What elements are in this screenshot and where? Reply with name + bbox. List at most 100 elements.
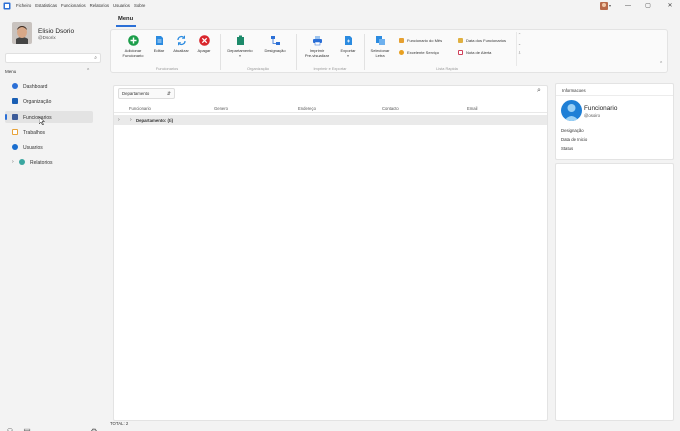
quick-employee-dates[interactable]: Data dos Funcionarios (458, 38, 506, 43)
profile-icon[interactable]: ⚇ (5, 427, 15, 431)
collapse-menu-icon[interactable]: ⌃ (86, 68, 90, 74)
menu-bar: Ficheiro Estatisticas Funcionarios Relat… (16, 3, 145, 8)
chevron-right-icon[interactable]: › (130, 117, 132, 123)
info-panel: Informacoes Funcionario @osoiro Designaç… (555, 83, 674, 160)
menu-estatisticas[interactable]: Estatisticas (35, 3, 57, 8)
scroll-down-icon[interactable]: ⌄ (517, 41, 522, 46)
search-icon: ⌕ (94, 55, 97, 61)
quick-employee-of-month[interactable]: Funcionario do Mês (399, 38, 442, 43)
app-icon (3, 2, 11, 10)
menu-header: Menu (5, 69, 17, 74)
quick-alert-note[interactable]: Nota de Alerta (458, 50, 491, 55)
column-header-endereco[interactable]: Endereço (298, 106, 316, 111)
group-label-imprimir-exportar: Imprimir e Exportar (313, 66, 347, 71)
chevron-right-icon[interactable]: › (118, 117, 120, 123)
refresh-button[interactable]: Atualizar (171, 35, 191, 54)
calendar-icon[interactable]: ▤ (22, 427, 32, 431)
title-bar: Ficheiro Estatisticas Funcionarios Relat… (0, 0, 680, 12)
gallery-scroll[interactable]: ⌃ ⌄ ⇩ (516, 32, 522, 66)
collapse-ribbon-icon[interactable]: ⌃ (659, 61, 663, 67)
printer-icon (312, 36, 322, 46)
menu-relatorios[interactable]: Relatorios (90, 3, 109, 8)
edit-button[interactable]: Editar (150, 35, 168, 54)
designation-button[interactable]: Designação (261, 35, 289, 54)
sidebar-item-label: Dashboard (23, 83, 48, 90)
tab-menu[interactable]: Menu (118, 16, 133, 22)
group-by-chip[interactable]: Departamento ⇵ (118, 88, 175, 99)
close-button[interactable]: ✕ (665, 3, 675, 9)
maximize-button[interactable]: ▢ (643, 3, 653, 9)
minimize-button[interactable]: — (623, 3, 633, 9)
menu-sobre[interactable]: Sobre (134, 3, 145, 8)
info-detail-panel (555, 163, 674, 421)
tab-indicator (116, 25, 136, 27)
export-button[interactable]: Exportar ▾ (337, 35, 359, 58)
employee-avatar (561, 100, 582, 121)
sort-icon[interactable]: ⇵ (167, 91, 171, 97)
search-icon[interactable]: ⌕ (537, 87, 541, 95)
sidebar-item-trabalhos[interactable]: Trabalhos (5, 126, 93, 138)
sidebar-item-funcionarios[interactable]: Funcionarios (5, 111, 93, 125)
chevron-down-icon: ▾ (239, 53, 241, 58)
chevron-right-icon[interactable]: › (12, 159, 14, 165)
column-header-funcionario[interactable]: Funcionario (129, 106, 151, 111)
scroll-up-icon[interactable]: ⌃ (517, 32, 522, 37)
column-header-email[interactable]: Email (467, 106, 477, 111)
employee-grid: Departamento ⇵ ⌕ Funcionario Genero Ende… (113, 85, 548, 421)
field-designacao: Designação (561, 128, 584, 133)
column-header-genero[interactable]: Genero (214, 106, 228, 111)
menu-ficheiro[interactable]: Ficheiro (16, 3, 31, 8)
star-icon (399, 50, 404, 55)
sidebar-item-dashboard[interactable]: Dashboard (5, 80, 93, 92)
user-name: Elisio Dsorio (38, 28, 75, 35)
quick-excellent-service[interactable]: Excelente Serviço (399, 50, 439, 55)
dashboard-icon (12, 83, 18, 89)
building-icon (236, 35, 244, 45)
ribbon-separator (220, 34, 221, 70)
user-avatar-icon (600, 2, 608, 10)
organization-icon (12, 98, 18, 104)
print-preview-button[interactable]: Imprimir Pre-visualizar (301, 35, 333, 58)
edit-document-icon (155, 36, 163, 45)
refresh-icon (176, 35, 186, 46)
sidebar-item-relatorios[interactable]: › Relatorios (5, 156, 93, 168)
chevron-down-icon: ▾ (609, 3, 612, 8)
person-icon (564, 104, 579, 121)
ribbon-separator (296, 34, 297, 70)
field-data-inicio: Data de Inicio (561, 137, 588, 142)
column-header-contacto[interactable]: Contacto (382, 106, 399, 111)
delete-icon (198, 35, 210, 46)
sidebar: Elisio Dsorio @Dsorix ⌕ Menu ⌃ Dashboard… (0, 12, 106, 431)
calendar-icon (458, 38, 463, 43)
group-row-label: Departamento: (ti) (136, 117, 174, 123)
users-icon (12, 144, 18, 150)
user-handle: @Dsorix (38, 35, 56, 40)
hierarchy-icon (270, 36, 280, 45)
divider (556, 95, 673, 96)
info-title: Informacoes (562, 88, 586, 93)
sidebar-item-label: Funcionarios (23, 114, 52, 121)
plus-circle-icon (127, 35, 139, 46)
sidebar-item-usuarios[interactable]: Usuarios (5, 141, 93, 153)
account-button[interactable]: ▾ (600, 2, 614, 10)
status-total: TOTAL: 2 (110, 421, 129, 426)
sidebar-item-label: Relatorios (30, 159, 53, 166)
expand-gallery-icon[interactable]: ⇩ (517, 50, 522, 55)
sidebar-item-organizacao[interactable]: Organização (5, 95, 93, 107)
employees-icon (12, 114, 18, 120)
add-employee-button[interactable]: Adicionar Funcionario (121, 35, 145, 58)
select-letter-button[interactable]: Selecionar Letra (367, 35, 393, 58)
gear-icon[interactable]: ⚙ (89, 427, 99, 431)
sidebar-search-input[interactable]: ⌕ (5, 53, 101, 63)
export-icon (344, 36, 352, 45)
sidebar-item-label: Usuarios (23, 144, 43, 151)
user-avatar (12, 22, 32, 44)
department-button[interactable]: Departamento ▾ (226, 35, 254, 58)
group-row[interactable]: › › Departamento: (ti) (114, 115, 547, 125)
select-letter-icon (375, 36, 385, 45)
menu-usuarios[interactable]: Usuarios (113, 3, 130, 8)
delete-button[interactable]: Apagar (195, 35, 213, 54)
menu-funcionarios[interactable]: Funcionarios (61, 3, 86, 8)
alert-icon (458, 50, 463, 55)
ribbon: Adicionar Funcionario Editar Atualizar A… (110, 29, 668, 73)
